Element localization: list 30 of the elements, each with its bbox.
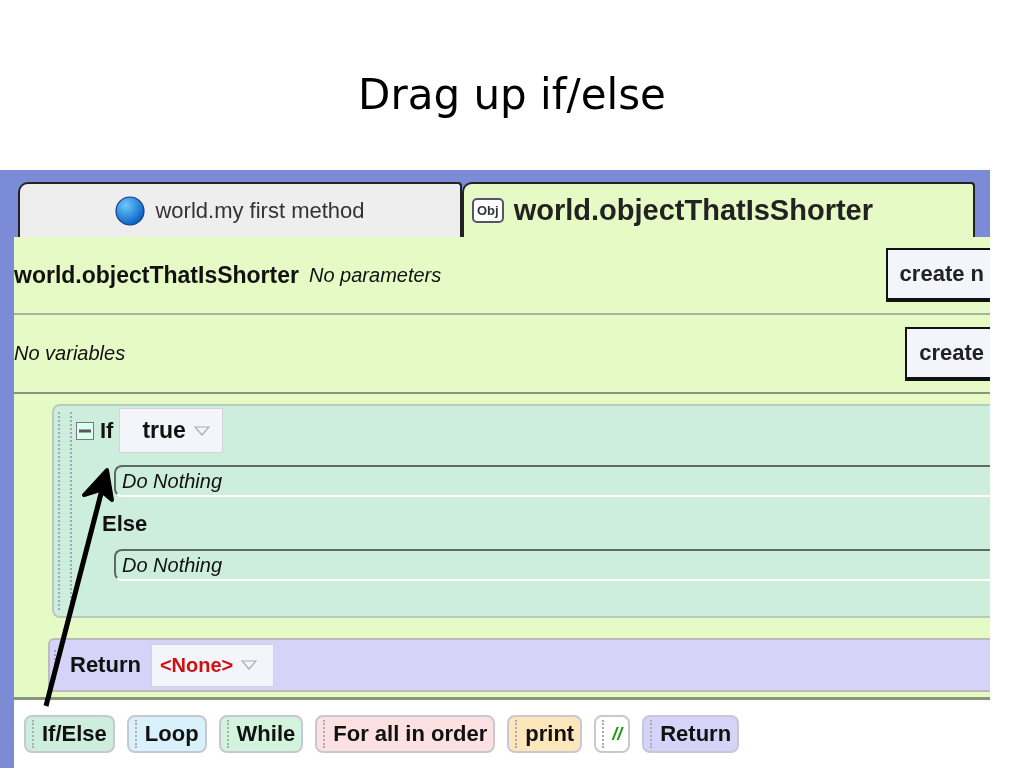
statement-tile[interactable]: //: [594, 715, 631, 753]
collapse-icon[interactable]: [76, 421, 94, 440]
statement-tile[interactable]: If/Else: [24, 715, 115, 753]
slide-title: Drag up if/else: [358, 70, 666, 119]
object-badge: Obj: [472, 198, 504, 223]
else-keyword: Else: [102, 511, 149, 537]
condition-dropdown[interactable]: true: [119, 408, 223, 453]
return-keyword: Return: [70, 652, 141, 678]
method-name: world.objectThatIsShorter: [14, 261, 299, 289]
parameters-label: No parameters: [309, 263, 442, 287]
statement-tile[interactable]: Loop: [126, 715, 207, 753]
return-block[interactable]: Return <None>: [48, 638, 990, 692]
variables-label: No variables: [14, 342, 126, 365]
statement-tile[interactable]: For all in order: [315, 715, 496, 753]
statement-tile[interactable]: Return: [642, 715, 740, 753]
caret-icon: [193, 425, 210, 436]
statement-slot[interactable]: Do Nothing: [114, 465, 990, 497]
caret-icon: [241, 660, 258, 670]
drag-handle[interactable]: [58, 412, 72, 610]
return-value-dropdown[interactable]: <None>: [150, 643, 275, 687]
globe-icon: [115, 195, 146, 226]
statement-slot[interactable]: Do Nothing: [114, 549, 990, 581]
if-keyword: If: [100, 417, 114, 444]
statement-tile[interactable]: While: [218, 715, 304, 753]
create-variable-button[interactable]: create: [905, 326, 990, 381]
create-parameter-button[interactable]: create n: [885, 248, 990, 302]
if-else-block[interactable]: If true Do Nothing Else Do Nothing: [52, 404, 990, 618]
method-tab[interactable]: world.my first method: [18, 182, 462, 237]
method-tab[interactable]: Obj world.objectThatIsShorter: [462, 182, 975, 237]
statement-tile[interactable]: print: [507, 715, 583, 753]
